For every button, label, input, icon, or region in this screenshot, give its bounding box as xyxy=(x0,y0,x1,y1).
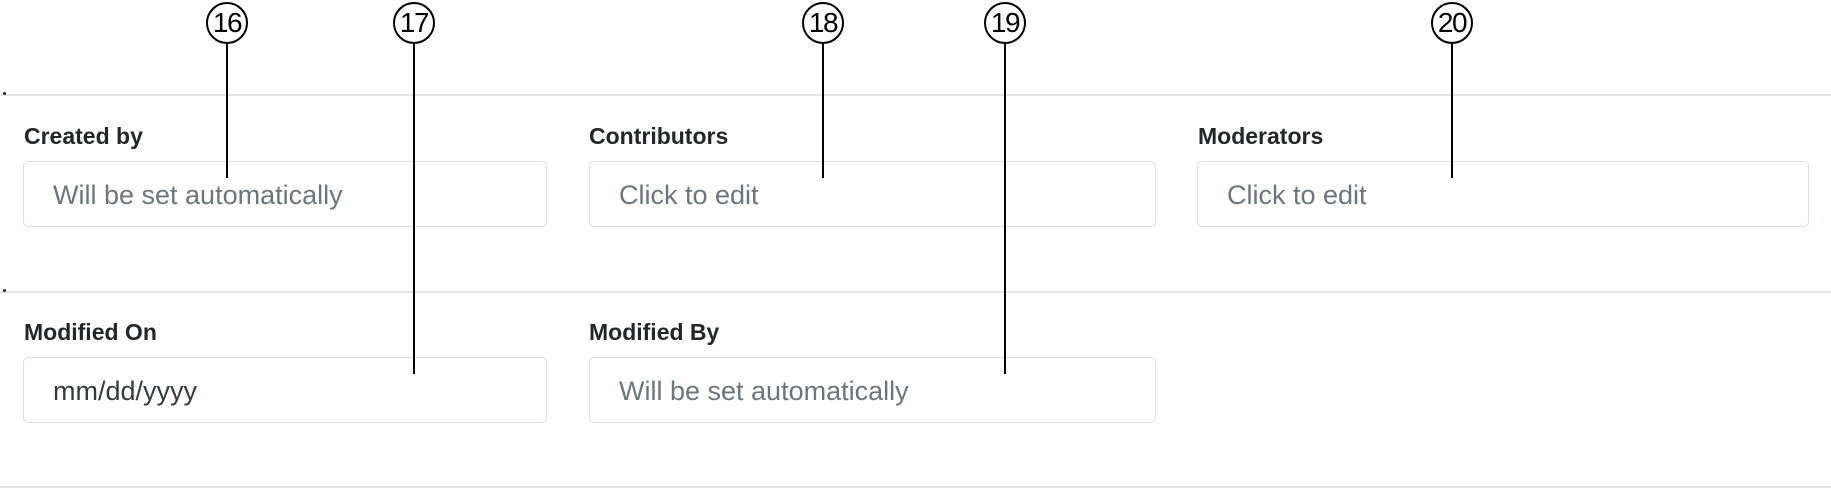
moderators-field[interactable]: Click to edit xyxy=(1197,161,1809,227)
modified-on-date-input[interactable]: mm/dd/yyyy xyxy=(23,357,547,423)
contributors-label: Contributors xyxy=(589,123,729,149)
callout-marker-18: 18 xyxy=(802,2,844,44)
modified-on-label: Modified On xyxy=(24,319,157,345)
modified-by-field[interactable]: Will be set automatically xyxy=(589,357,1156,423)
created-by-label: Created by xyxy=(24,123,143,149)
divider-marker xyxy=(3,289,6,292)
modified-by-placeholder: Will be set automatically xyxy=(619,376,909,406)
section-divider-bottom xyxy=(0,486,1831,488)
moderators-label: Moderators xyxy=(1198,123,1324,149)
callout-line-20 xyxy=(1451,43,1453,178)
created-by-field[interactable]: Will be set automatically xyxy=(23,161,547,227)
section-divider-middle xyxy=(0,291,1831,293)
callout-marker-16: 16 xyxy=(206,2,248,44)
modified-on-placeholder: mm/dd/yyyy xyxy=(53,376,198,406)
section-divider-top xyxy=(0,94,1831,96)
contributors-field[interactable]: Click to edit xyxy=(589,161,1156,227)
callout-line-18 xyxy=(822,43,824,178)
divider-marker xyxy=(3,92,6,95)
moderators-placeholder: Click to edit xyxy=(1227,180,1367,210)
callout-line-19 xyxy=(1004,43,1006,374)
modified-by-label: Modified By xyxy=(589,319,720,345)
callout-line-16 xyxy=(226,43,228,178)
callout-marker-20: 20 xyxy=(1431,2,1473,44)
contributors-placeholder: Click to edit xyxy=(619,180,759,210)
created-by-placeholder: Will be set automatically xyxy=(53,180,343,210)
callout-marker-19: 19 xyxy=(984,2,1026,44)
callout-marker-17: 17 xyxy=(393,2,435,44)
callout-line-17 xyxy=(413,43,415,374)
